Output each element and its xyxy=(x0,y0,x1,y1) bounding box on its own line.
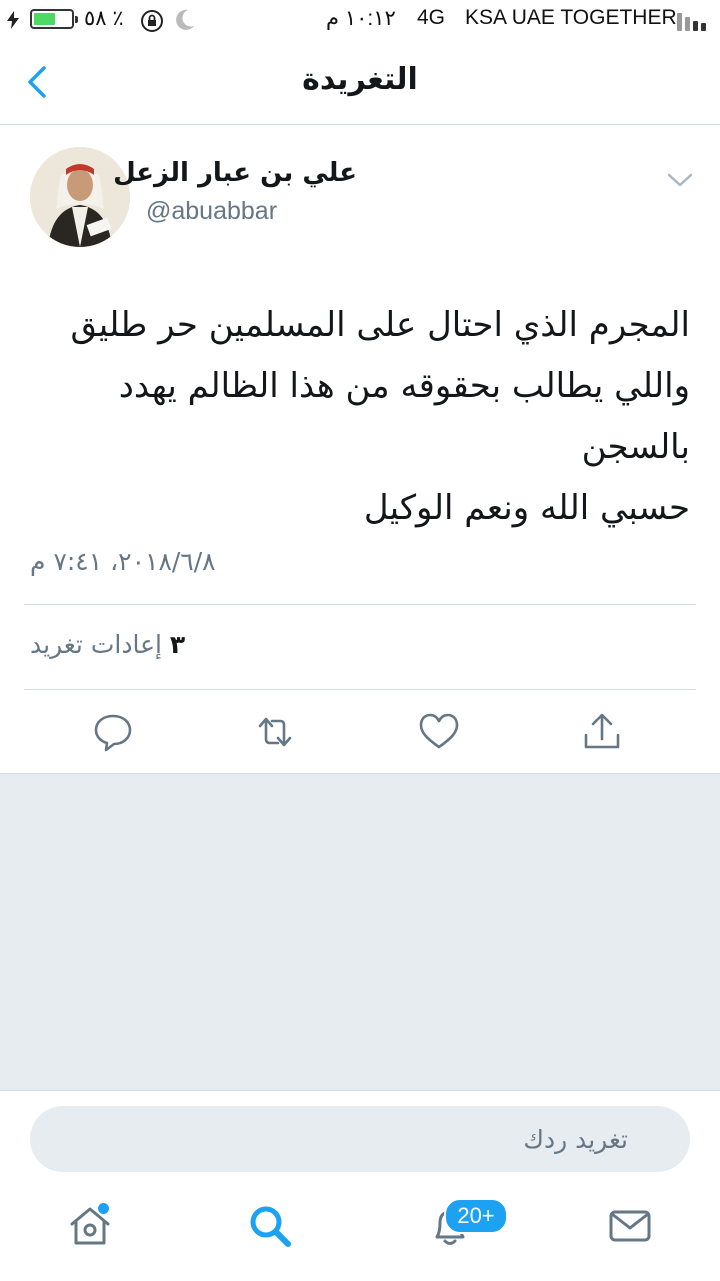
nav-header: التغريدة xyxy=(0,40,720,125)
share-icon xyxy=(584,713,620,749)
tweet-text: المجرم الذي احتال على المسلمين حر طليق و… xyxy=(70,295,690,539)
messages-icon xyxy=(609,1210,651,1242)
tweet-timestamp: ٢٠١٨/٦/٨، ٧:٤١ م xyxy=(30,547,216,576)
bottom-panel xyxy=(0,1090,720,1281)
reply-button[interactable] xyxy=(88,707,138,757)
network-type: 4G xyxy=(417,6,446,29)
home-new-dot xyxy=(98,1203,109,1214)
status-bar: ٥٨ ٪ ١٠:١٢ م 4G KSA UAE TOGETHER xyxy=(0,0,720,40)
chevron-down-icon[interactable] xyxy=(666,170,694,190)
moon-icon xyxy=(176,9,194,30)
share-button[interactable] xyxy=(577,707,627,757)
carrier-name: KSA UAE TOGETHER xyxy=(465,6,677,29)
clock: ١٠:١٢ م xyxy=(326,7,396,30)
signal-icon xyxy=(677,11,717,31)
page-title: التغريدة xyxy=(302,62,418,97)
charging-bolt-icon xyxy=(7,11,19,29)
replies-area xyxy=(0,773,720,1091)
tab-search[interactable] xyxy=(243,1199,297,1253)
reply-input[interactable] xyxy=(30,1106,690,1172)
retweet-count: ٣ xyxy=(169,630,186,659)
author-name[interactable]: علي بن عبار الزعل xyxy=(113,158,357,188)
like-icon xyxy=(419,713,459,749)
tweet-text-line: واللي يطالب بحقوقه من هذا الظالم يهدد xyxy=(118,366,690,406)
orientation-lock-icon xyxy=(141,10,163,32)
search-icon xyxy=(250,1206,291,1247)
retweet-label: إعادات تغريد xyxy=(30,630,162,659)
notifications-badge: 20+ xyxy=(444,1198,508,1234)
tweet-text-line: المجرم الذي احتال على المسلمين حر طليق xyxy=(70,305,690,345)
battery-level xyxy=(34,13,55,25)
battery-percent: ٥٨ ٪ xyxy=(84,7,124,30)
retweet-icon xyxy=(258,717,292,747)
battery-icon xyxy=(30,9,78,29)
retweet-button[interactable] xyxy=(250,707,300,757)
tweet-text-line: حسبي الله ونعم الوكيل xyxy=(363,488,690,528)
tweet-text-line: بالسجن xyxy=(581,427,690,467)
like-button[interactable] xyxy=(414,707,464,757)
retweet-count-row[interactable]: ٣ إعادات تغريد xyxy=(30,630,185,659)
reply-icon xyxy=(94,714,132,752)
tab-messages[interactable] xyxy=(603,1199,657,1253)
divider xyxy=(24,604,696,605)
divider xyxy=(24,689,696,690)
author-handle[interactable]: @abuabbar xyxy=(146,197,277,226)
